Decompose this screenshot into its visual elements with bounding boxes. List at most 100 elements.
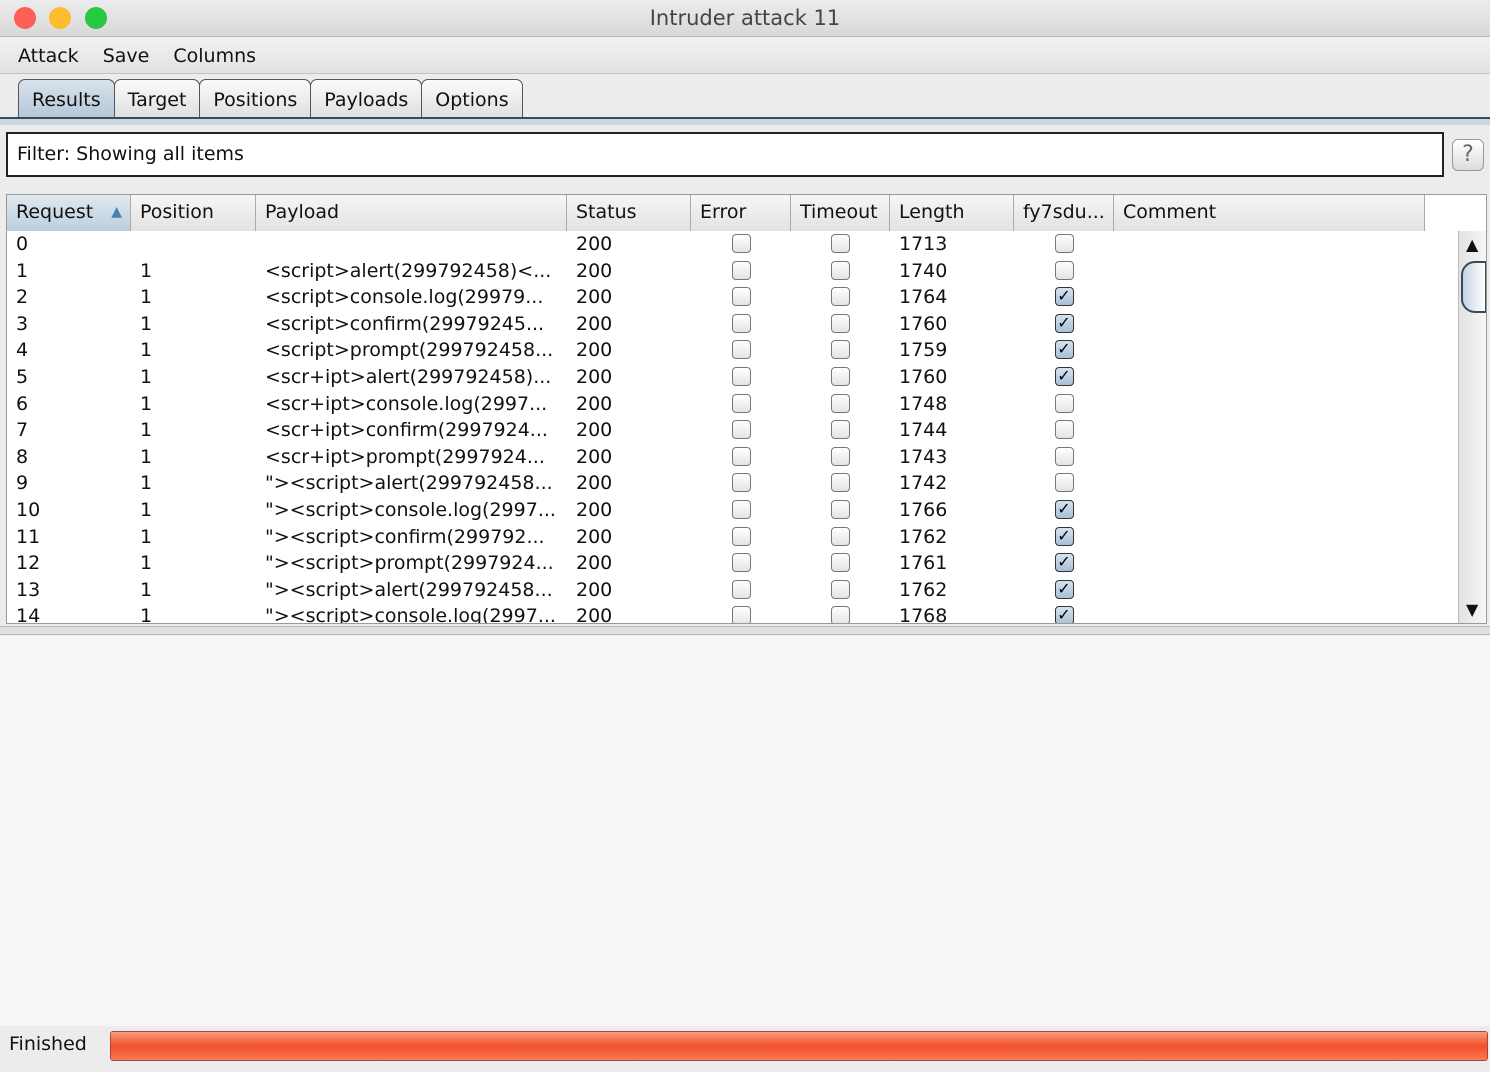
unchecked-checkbox-icon [831, 234, 850, 253]
checked-checkbox-icon: ✓ [1054, 366, 1074, 386]
cell-error [691, 364, 791, 391]
cell-request: 9 [16, 472, 29, 495]
unchecked-checkbox-icon [831, 260, 850, 280]
menu-columns[interactable]: Columns [173, 45, 256, 67]
cell-request: 12 [16, 552, 41, 575]
column-header-timeout[interactable]: Timeout [791, 195, 890, 231]
table-row[interactable]: 11 1 "><script>confirm(299792... 200 1762 ✓ [7, 524, 1425, 551]
column-header-length[interactable]: Length [890, 195, 1014, 231]
cell-match: ✓ [1014, 550, 1114, 577]
column-header-comment[interactable]: Comment [1114, 195, 1425, 231]
cell-error [691, 311, 791, 338]
column-header-status[interactable]: Status [567, 195, 691, 231]
scroll-up-arrow-icon[interactable]: ▲ [1466, 235, 1478, 254]
cell-position: 1 [140, 339, 153, 362]
cell-match [1014, 444, 1114, 471]
table-row[interactable]: 10 1 "><script>console.log(2997... 200 1766 ✓ [7, 497, 1425, 524]
cell-error [691, 337, 791, 364]
unchecked-checkbox-icon [831, 393, 850, 413]
table-body: 0 200 1713 1 1 <script>alert(299792458)<... 20… [7, 231, 1425, 624]
cell-position: 1 [140, 365, 153, 388]
unchecked-checkbox-icon [831, 579, 850, 599]
menu-save[interactable]: Save [103, 45, 150, 67]
unchecked-checkbox-icon [831, 313, 850, 333]
unchecked-checkbox-icon [831, 366, 850, 386]
minimize-window-button[interactable] [49, 7, 71, 29]
cell-status: 200 [576, 552, 613, 575]
cell-status: 200 [576, 286, 613, 309]
cell-status: 200 [576, 445, 613, 468]
table-row[interactable]: 8 1 <scr+ipt>prompt(2997924... 200 1743 [7, 444, 1425, 471]
table-row[interactable]: 0 200 1713 [7, 231, 1425, 258]
scrollbar-thumb[interactable] [1461, 261, 1486, 313]
unchecked-checkbox-icon [831, 340, 850, 360]
table-row[interactable]: 2 1 <script>console.log(29979... 200 1764 ✓ [7, 284, 1425, 311]
zoom-window-button[interactable] [85, 7, 107, 29]
unchecked-checkbox-icon [731, 420, 751, 440]
cell-request: 3 [16, 312, 29, 335]
unchecked-checkbox-icon [731, 499, 751, 519]
cell-comment [1114, 603, 1425, 623]
tab-positions[interactable]: Positions [199, 79, 312, 119]
close-window-button[interactable] [14, 7, 36, 29]
tab-results[interactable]: Results [18, 79, 115, 119]
checked-checkbox-icon: ✓ [1054, 526, 1074, 546]
cell-payload: "><script>console.log(2997... [265, 605, 556, 624]
cell-comment [1114, 417, 1425, 444]
column-header-match[interactable]: fy7sdu... [1014, 195, 1114, 231]
vertical-scrollbar[interactable]: ▲ ▼ [1458, 231, 1486, 623]
cell-timeout [791, 577, 890, 604]
cell-status: 200 [576, 233, 613, 255]
column-header-payload[interactable]: Payload [256, 195, 567, 231]
cell-payload: <scr+ipt>confirm(2997924... [265, 419, 548, 442]
unchecked-checkbox-icon [1054, 473, 1074, 493]
cell-error [691, 258, 791, 285]
cell-length: 1740 [899, 259, 948, 282]
table-row[interactable]: 5 1 <scr+ipt>alert(299792458)... 200 1760 ✓ [7, 364, 1425, 391]
table-row[interactable]: 14 1 "><script>console.log(2997... 200 1768 ✓ [7, 603, 1425, 624]
checked-checkbox-icon: ✓ [1054, 579, 1074, 599]
cell-length: 1713 [899, 233, 948, 255]
cell-request: 10 [16, 498, 41, 521]
cell-payload: <script>alert(299792458)<... [265, 259, 552, 282]
column-header-position[interactable]: Position [131, 195, 256, 231]
cell-request: 4 [16, 339, 29, 362]
table-row[interactable]: 7 1 <scr+ipt>confirm(2997924... 200 1744 [7, 417, 1425, 444]
table-row[interactable]: 9 1 "><script>alert(299792458... 200 1742 [7, 470, 1425, 497]
tab-payloads[interactable]: Payloads [310, 79, 423, 119]
cell-error [691, 231, 791, 258]
unchecked-checkbox-icon [1054, 234, 1074, 253]
pane-splitter[interactable] [0, 626, 1490, 635]
cell-comment [1114, 470, 1425, 497]
table-row[interactable]: 6 1 <scr+ipt>console.log(2997... 200 1748 [7, 391, 1425, 418]
column-header-request[interactable]: Request ▲ [7, 195, 131, 231]
tab-options[interactable]: Options [421, 79, 523, 119]
unchecked-checkbox-icon [831, 446, 850, 466]
cell-match [1014, 417, 1114, 444]
column-label: Request [16, 201, 94, 223]
tab-target[interactable]: Target [113, 79, 201, 119]
cell-match [1014, 391, 1114, 418]
cell-timeout [791, 311, 890, 338]
cell-payload: "><script>alert(299792458... [265, 578, 553, 601]
unchecked-checkbox-icon [731, 606, 751, 623]
cell-position: 1 [140, 525, 153, 548]
cell-status: 200 [576, 339, 613, 362]
cell-length: 1760 [899, 312, 948, 335]
unchecked-checkbox-icon [731, 313, 751, 333]
menu-attack[interactable]: Attack [18, 45, 79, 67]
table-row[interactable]: 4 1 <script>prompt(299792458... 200 1759 ✓ [7, 337, 1425, 364]
scroll-down-arrow-icon[interactable]: ▼ [1466, 600, 1478, 619]
table-row[interactable]: 12 1 "><script>prompt(2997924... 200 1761 ✓ [7, 550, 1425, 577]
table-row[interactable]: 3 1 <script>confirm(29979245... 200 1760 ✓ [7, 311, 1425, 338]
filter-bar[interactable]: Filter: Showing all items [6, 132, 1444, 177]
cell-status: 200 [576, 259, 613, 282]
progress-fill [111, 1032, 1487, 1060]
table-row[interactable]: 13 1 "><script>alert(299792458... 200 1762 ✓ [7, 577, 1425, 604]
help-button[interactable]: ? [1452, 139, 1484, 171]
cell-timeout [791, 284, 890, 311]
cell-match: ✓ [1014, 603, 1114, 623]
column-header-error[interactable]: Error [691, 195, 791, 231]
table-row[interactable]: 1 1 <script>alert(299792458)<... 200 1740 [7, 258, 1425, 285]
cell-comment [1114, 391, 1425, 418]
